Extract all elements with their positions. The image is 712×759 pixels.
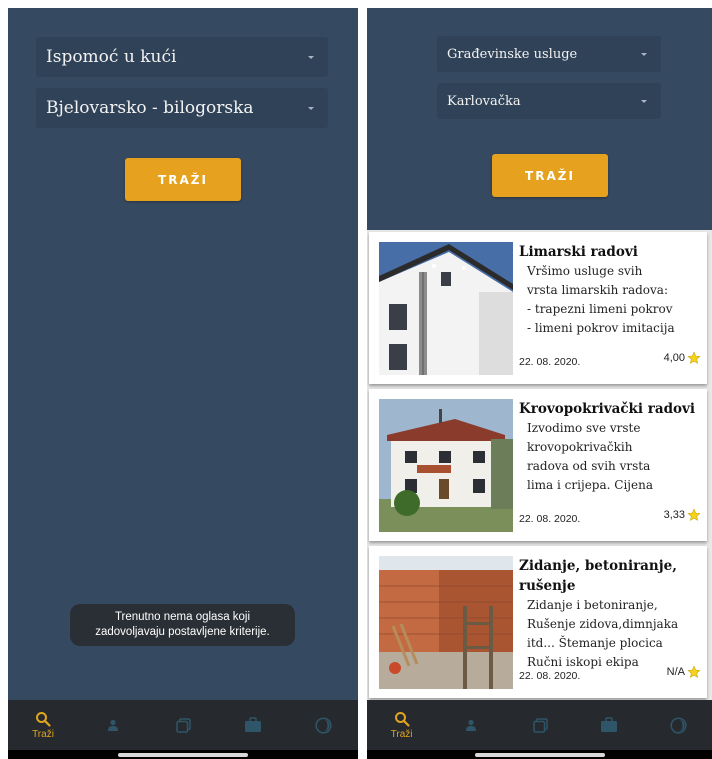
bottom-nav: Traži bbox=[367, 700, 712, 750]
rating-value: N/A bbox=[666, 666, 685, 678]
listing-rating: N/A bbox=[667, 665, 701, 679]
nav-item-theme[interactable] bbox=[288, 700, 358, 750]
category-select[interactable]: Građevinske usluge bbox=[437, 36, 661, 72]
star-icon bbox=[687, 351, 701, 364]
listing-description: Zidanje i betoniranje, Rušenje zidova,di… bbox=[527, 598, 679, 669]
listing-title: Zidanje, betoniranje, rušenje bbox=[519, 558, 677, 594]
right-screen: Građevinske usluge Karlovačka TRAŽI Lima… bbox=[367, 8, 712, 759]
listing-card[interactable]: Limarski radovi Vršimo usluge svih vrsta… bbox=[369, 232, 707, 384]
search-button[interactable]: TRAŽI bbox=[492, 154, 608, 197]
region-select-value: Bjelovarsko - bilogorska bbox=[46, 98, 254, 118]
listing-photo-house bbox=[379, 399, 513, 532]
region-select[interactable]: Karlovačka bbox=[437, 83, 661, 119]
region-select-value: Karlovačka bbox=[447, 93, 521, 109]
listing-date: 22. 08. 2020. bbox=[519, 670, 581, 682]
star-icon bbox=[687, 508, 701, 521]
nav-item-jobs[interactable] bbox=[575, 700, 644, 750]
region-select[interactable]: Bjelovarsko - bilogorska bbox=[36, 88, 328, 128]
person-icon bbox=[108, 719, 118, 731]
home-indicator[interactable] bbox=[8, 750, 358, 759]
rating-value: 3,33 bbox=[663, 509, 685, 521]
person-icon bbox=[465, 719, 476, 731]
chevron-down-icon bbox=[641, 100, 647, 103]
toast-line-2: zadovoljavaju postavljene kriterije. bbox=[95, 626, 270, 638]
rating-value: 4,00 bbox=[663, 352, 685, 364]
listings-icon bbox=[175, 717, 191, 733]
search-button[interactable]: TRAŽI bbox=[125, 158, 241, 201]
nav-item-search-label: Traži bbox=[32, 728, 54, 740]
briefcase-icon bbox=[245, 717, 261, 732]
listing-title: Krovopokrivački radovi bbox=[519, 401, 696, 417]
listing-title: Limarski radovi bbox=[519, 244, 638, 260]
category-select[interactable]: Ispomoć u kući bbox=[36, 37, 328, 77]
category-select-value: Ispomoć u kući bbox=[46, 47, 177, 67]
search-icon bbox=[36, 711, 51, 727]
briefcase-icon bbox=[601, 717, 618, 732]
search-icon bbox=[394, 711, 410, 727]
left-screen: Ispomoć u kući Bjelovarsko - bilogorska … bbox=[8, 8, 358, 759]
listing-card[interactable]: Zidanje, betoniranje, rušenje Zidanje i … bbox=[369, 546, 707, 698]
moon-icon bbox=[670, 716, 687, 734]
nav-item-profile[interactable] bbox=[436, 700, 505, 750]
listing-date: 22. 08. 2020. bbox=[519, 356, 581, 368]
nav-item-listings[interactable] bbox=[148, 700, 218, 750]
listing-description: Izvodimo sve vrste krovopokrivačkih rado… bbox=[527, 421, 653, 492]
nav-item-search[interactable]: Traži bbox=[367, 700, 436, 750]
listing-card[interactable]: Krovopokrivački radovi Izvodimo sve vrst… bbox=[369, 389, 707, 541]
listing-rating: 3,33 bbox=[664, 508, 701, 522]
listing-rating: 4,00 bbox=[664, 351, 701, 365]
chevron-down-icon bbox=[641, 53, 647, 56]
listing-date: 22. 08. 2020. bbox=[519, 513, 581, 525]
moon-icon bbox=[314, 716, 332, 734]
listing-photo-construction bbox=[379, 556, 513, 689]
home-indicator[interactable] bbox=[367, 750, 712, 759]
listing-description: Vršimo usluge svih vrsta limarskih radov… bbox=[527, 264, 675, 335]
nav-item-search[interactable]: Traži bbox=[8, 700, 78, 750]
results-list[interactable]: Limarski radovi Vršimo usluge svih vrsta… bbox=[367, 230, 712, 700]
nav-item-profile[interactable] bbox=[78, 700, 148, 750]
star-icon bbox=[687, 665, 701, 678]
listings-icon bbox=[532, 717, 548, 733]
nav-item-listings[interactable] bbox=[505, 700, 574, 750]
chevron-down-icon bbox=[308, 107, 314, 110]
listing-photo-house bbox=[379, 242, 513, 375]
nav-item-jobs[interactable] bbox=[218, 700, 288, 750]
category-select-value: Građevinske usluge bbox=[447, 46, 578, 62]
nav-item-theme[interactable] bbox=[644, 700, 712, 750]
toast-line-1: Trenutno nema oglasa koji bbox=[114, 611, 251, 623]
chevron-down-icon bbox=[308, 56, 314, 59]
bottom-nav: Traži bbox=[8, 700, 358, 750]
nav-item-search-label: Traži bbox=[390, 728, 413, 740]
toast-message: Trenutno nema oglasa koji zadovoljavaju … bbox=[70, 604, 295, 646]
